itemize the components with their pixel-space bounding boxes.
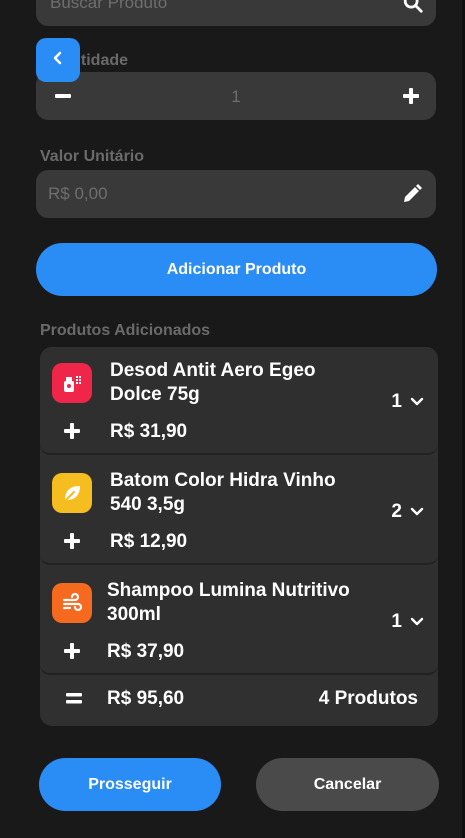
- proceed-button[interactable]: Prosseguir: [39, 758, 221, 811]
- chevron-down-icon: [410, 501, 424, 523]
- search-icon[interactable]: [402, 0, 424, 19]
- quantity-dropdown[interactable]: 2: [391, 501, 424, 523]
- unit-price-placeholder: R$ 0,00: [48, 184, 108, 203]
- search-field[interactable]: Buscar Produto: [36, 0, 436, 26]
- added-products-list: Desod Antit Aero Egeo Dolce 75g 1 R$ 31,…: [40, 347, 438, 726]
- item-price: R$ 31,90: [110, 421, 188, 442]
- item-quantity: 2: [391, 501, 402, 522]
- quantity-stepper[interactable]: 1: [36, 72, 436, 120]
- unit-price-label: Valor Unitário: [40, 148, 145, 165]
- product-name: Desod Antit Aero Egeo Dolce 75g: [110, 360, 316, 405]
- unit-price-field[interactable]: R$ 0,00: [36, 170, 436, 218]
- wind-icon: [52, 583, 92, 623]
- equals-icon: [64, 687, 84, 714]
- chevron-left-icon: [51, 51, 65, 70]
- list-item[interactable]: Batom Color Hidra Vinho 540 3,5g 2 R$ 12…: [40, 457, 438, 565]
- chevron-down-icon: [410, 611, 424, 633]
- search-placeholder: Buscar Produto: [50, 0, 168, 12]
- total-row: R$ 95,60 4 Produtos: [40, 673, 438, 726]
- item-price: R$ 12,90: [110, 531, 188, 552]
- plus-icon[interactable]: [62, 421, 82, 446]
- plus-icon[interactable]: [400, 84, 422, 113]
- plus-icon[interactable]: [62, 641, 82, 666]
- item-quantity: 1: [391, 391, 402, 412]
- chevron-down-icon: [410, 391, 424, 413]
- screen: Buscar Produto Quantidade 1 Valor Unitár…: [0, 0, 465, 838]
- add-product-button[interactable]: Adicionar Produto: [36, 243, 437, 296]
- spray-icon: [52, 363, 92, 403]
- plus-icon[interactable]: [62, 531, 82, 556]
- quantity-dropdown[interactable]: 1: [391, 611, 424, 633]
- item-quantity: 1: [391, 611, 402, 632]
- product-name: Batom Color Hidra Vinho 540 3,5g: [110, 470, 336, 515]
- total-value: R$ 95,60: [107, 688, 185, 709]
- quantity-dropdown[interactable]: 1: [391, 391, 424, 413]
- cancel-button[interactable]: Cancelar: [256, 758, 439, 811]
- leaf-icon: [52, 473, 92, 513]
- product-name: Shampoo Lumina Nutritivo 300ml: [107, 580, 350, 625]
- total-count: 4 Produtos: [318, 688, 418, 709]
- pencil-icon[interactable]: [400, 182, 424, 211]
- list-item[interactable]: Desod Antit Aero Egeo Dolce 75g 1 R$ 31,…: [40, 347, 438, 455]
- list-item[interactable]: Shampoo Lumina Nutritivo 300ml 1 R$ 37,9…: [40, 567, 438, 675]
- quantity-value[interactable]: 1: [36, 87, 436, 107]
- back-button[interactable]: [36, 38, 80, 82]
- added-products-label: Produtos Adicionados: [40, 322, 211, 339]
- item-price: R$ 37,90: [107, 641, 185, 662]
